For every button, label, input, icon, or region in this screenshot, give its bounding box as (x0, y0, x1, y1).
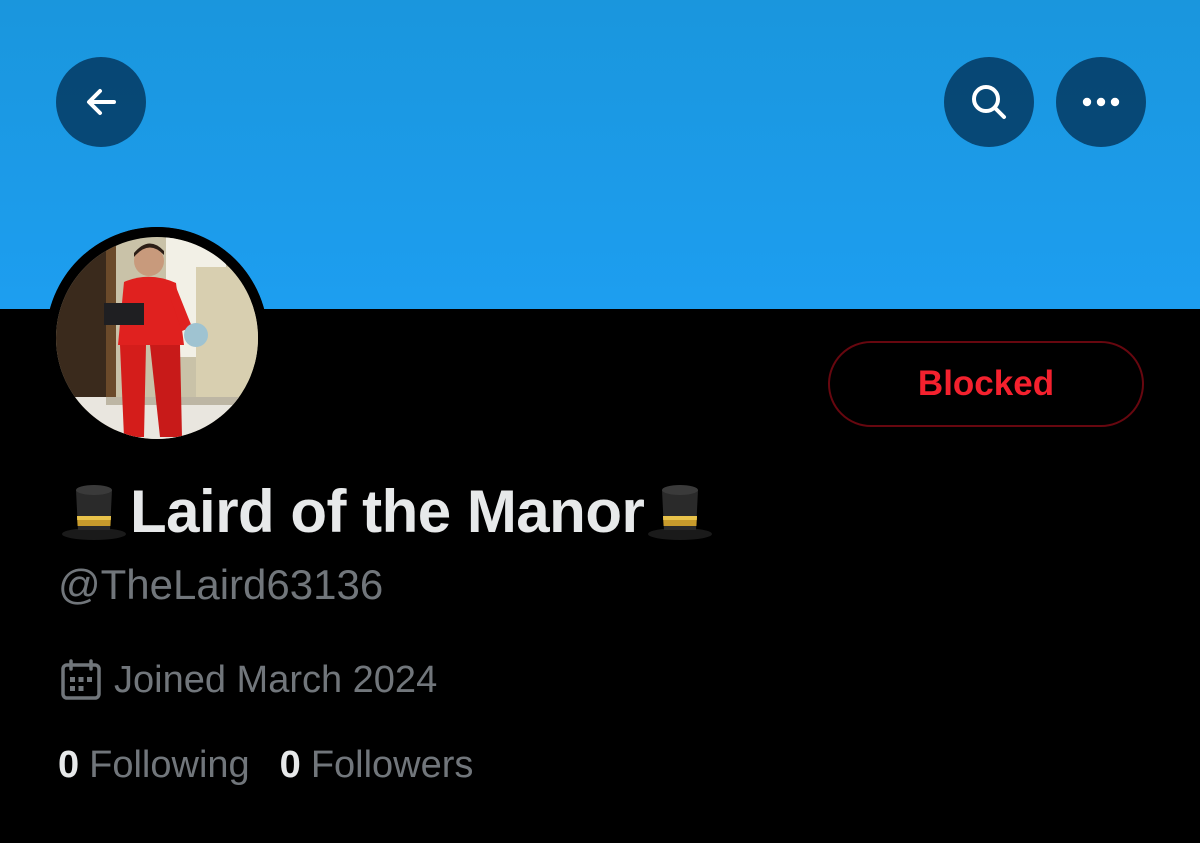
followers-link[interactable]: 0 Followers (280, 740, 474, 790)
following-link[interactable]: 0 Following (58, 740, 250, 790)
blocked-button[interactable]: Blocked (828, 341, 1144, 427)
followers-count: 0 (279, 744, 301, 786)
joined-date: Joined March 2024 (58, 655, 437, 705)
search-icon (967, 80, 1011, 124)
display-name-text: Laird of the Manor (130, 478, 645, 545)
blocked-button-label: Blocked (917, 364, 1055, 403)
more-options-button[interactable] (1056, 57, 1146, 147)
search-button[interactable] (944, 57, 1034, 147)
top-hat-icon (644, 476, 716, 548)
calendar-icon (58, 657, 104, 703)
following-label: Following (89, 744, 250, 786)
top-hat-icon (58, 476, 130, 548)
avatar[interactable] (46, 227, 268, 449)
joined-date-text: Joined March 2024 (114, 659, 438, 701)
more-horizontal-icon (1081, 96, 1121, 108)
followers-label: Followers (310, 744, 474, 786)
user-handle: @TheLaird63136 (58, 561, 384, 608)
following-count: 0 (58, 744, 80, 786)
display-name: Laird of the Manor (58, 476, 716, 548)
arrow-left-icon (81, 82, 121, 122)
back-button[interactable] (56, 57, 146, 147)
profile-screen: Blocked Laird of the Manor @TheLaird6313… (0, 0, 1200, 843)
follow-stats: 0 Following 0 Followers (58, 740, 473, 790)
